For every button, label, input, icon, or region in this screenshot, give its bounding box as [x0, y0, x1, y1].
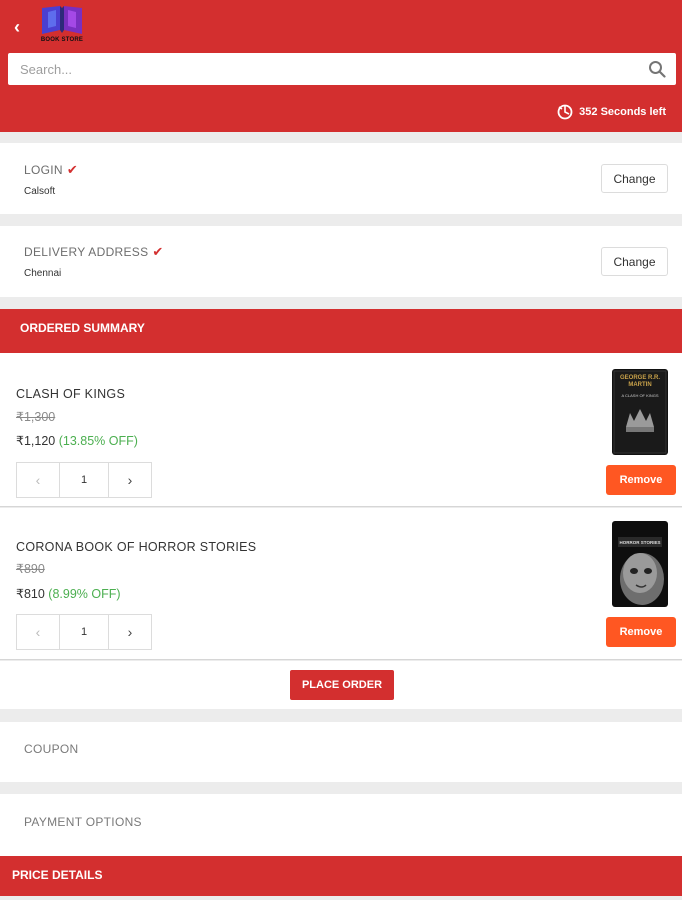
quantity-input[interactable] [60, 463, 108, 497]
session-timer: 352 Seconds left [557, 103, 666, 121]
ordered-summary-header: ORDERED SUMMARY [0, 309, 682, 353]
coupon-label: COUPON [24, 742, 79, 756]
item-sale-price: ₹1,120 [16, 434, 56, 448]
order-item: CLASH OF KINGS ₹1,300 ₹1,120 (13.85% OFF… [0, 353, 682, 507]
increase-quantity-button[interactable]: › [108, 463, 151, 497]
timer-text: 352 Seconds left [579, 106, 666, 118]
book-cover-image: GEORGE R.R. MARTIN A CLASH OF KINGS [612, 369, 668, 455]
login-label: LOGIN [24, 163, 63, 177]
decrease-quantity-button[interactable]: ‹ [17, 615, 60, 649]
payment-options-label: PAYMENT OPTIONS [24, 815, 142, 829]
cover-author-text: GEORGE R.R. MARTIN [619, 375, 660, 388]
payment-options-section[interactable]: PAYMENT OPTIONS [0, 794, 682, 856]
search-icon[interactable] [648, 60, 666, 78]
quantity-stepper: ‹ › [16, 462, 152, 498]
price-details-header: PRICE DETAILS [0, 856, 682, 896]
checkmark-icon: ✔ [152, 244, 164, 259]
logo-text: BOOK STORE [40, 37, 84, 43]
order-item: CORONA BOOK OF HORROR STORIES ₹890 ₹810 … [0, 508, 682, 660]
cover-subtitle-text: HORROR STORIES [619, 540, 661, 545]
delivery-step-title: DELIVERY ADDRESS ✔ [24, 244, 164, 260]
checkmark-icon: ✔ [66, 162, 79, 177]
quantity-input[interactable] [60, 615, 108, 649]
login-step: LOGIN ✔ Calsoft Change [0, 143, 682, 214]
item-price: ₹1,120 (13.85% OFF) [16, 433, 138, 448]
delivery-address-step: DELIVERY ADDRESS ✔ Chennai Change [0, 226, 682, 297]
login-step-title: LOGIN ✔ [24, 162, 78, 178]
remove-item-button[interactable]: Remove [606, 617, 676, 647]
increase-quantity-button[interactable]: › [108, 615, 151, 649]
delivery-label: DELIVERY ADDRESS [24, 245, 149, 259]
item-sale-price: ₹810 [16, 587, 45, 601]
book-logo-icon [42, 6, 82, 34]
cover-subtitle-text: A CLASH OF KINGS [621, 393, 659, 398]
item-mrp: ₹890 [16, 562, 45, 576]
item-title: CORONA BOOK OF HORROR STORIES [16, 540, 257, 554]
timer-icon [557, 104, 573, 120]
decrease-quantity-button[interactable]: ‹ [17, 463, 60, 497]
login-value: Calsoft [24, 186, 56, 197]
coupon-section[interactable]: COUPON [0, 722, 682, 782]
item-discount: (13.85% OFF) [58, 434, 138, 448]
search-bar [8, 53, 676, 85]
item-discount: (8.99% OFF) [48, 587, 121, 601]
book-cover-image: HORROR STORIES [612, 521, 668, 607]
book-store-logo: BOOK STORE [36, 4, 88, 46]
change-login-button[interactable]: Change [601, 164, 668, 193]
item-price: ₹810 (8.99% OFF) [16, 586, 121, 601]
remove-item-button[interactable]: Remove [606, 465, 676, 495]
app-header: ‹ BOOK STORE 352 Seconds left [0, 0, 682, 132]
delivery-value: Chennai [24, 268, 62, 279]
back-arrow-icon[interactable]: ‹ [8, 16, 26, 38]
place-order-section: PLACE ORDER [0, 661, 682, 709]
quantity-stepper: ‹ › [16, 614, 152, 650]
change-address-button[interactable]: Change [601, 247, 668, 276]
item-mrp: ₹1,300 [16, 410, 56, 424]
place-order-button[interactable]: PLACE ORDER [290, 670, 394, 700]
item-title: CLASH OF KINGS [16, 387, 126, 401]
search-input[interactable] [20, 53, 640, 85]
